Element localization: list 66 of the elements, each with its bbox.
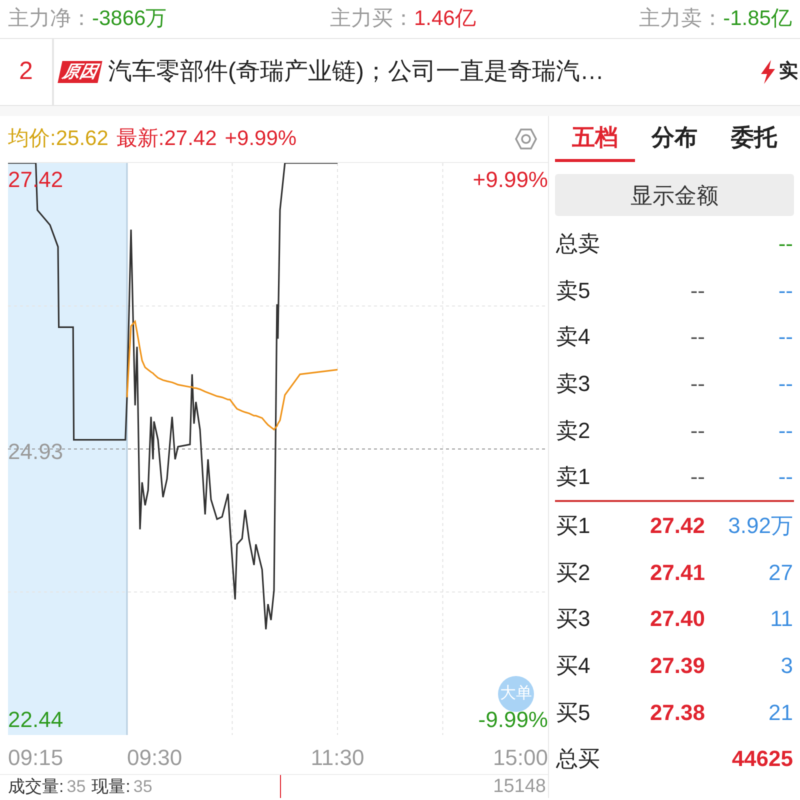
- ask-price: --: [689, 463, 705, 492]
- limit-down-percent: -9.99%: [478, 709, 548, 731]
- ask-volume: --: [777, 276, 793, 305]
- order-level-label: 卖2: [556, 416, 592, 445]
- bid-price: 27.40: [648, 605, 705, 634]
- ask-price: --: [689, 370, 705, 398]
- x-axis-label: 11:30: [310, 744, 364, 772]
- lightning-icon: [759, 60, 777, 84]
- bid-volume: 3.92万: [727, 512, 793, 540]
- latest-price: 最新:27.42: [116, 126, 217, 152]
- average-price: 均价:25.62: [8, 126, 108, 152]
- bid-volume: 11: [769, 605, 793, 634]
- volume-total: 15148: [493, 775, 546, 799]
- bid-price: 27.38: [648, 698, 705, 727]
- ask-volume: --: [777, 416, 793, 445]
- news-headline[interactable]: 汽车零部件(奇瑞产业链)；公司一直是奇瑞汽…: [108, 54, 759, 90]
- order-level-label: 卖4: [556, 323, 592, 352]
- price-axis-label: 24.93: [8, 441, 64, 463]
- ask-volume: --: [777, 463, 793, 492]
- order-level-label: 总卖: [556, 230, 601, 258]
- show-amount-button[interactable]: 显示金额: [555, 174, 794, 216]
- stat-value: -1.85亿: [723, 6, 792, 32]
- live-tag: 实: [779, 58, 800, 86]
- order-level-label: 买3: [556, 605, 592, 634]
- order-level-label: 买2: [556, 558, 592, 587]
- stat-value: -3866万: [92, 6, 167, 32]
- price-axis-label: 22.44: [8, 709, 64, 731]
- bid-volume: 21: [768, 698, 793, 727]
- settings-icon[interactable]: [514, 127, 538, 151]
- x-axis-label: 09:30: [127, 744, 182, 772]
- ask-price: --: [689, 323, 705, 352]
- ask-volume: --: [777, 370, 793, 398]
- reason-badge: 原因: [58, 61, 102, 83]
- stat-label: 主力净：: [8, 6, 92, 32]
- order-book-tab[interactable]: 分布: [634, 116, 714, 162]
- bid-price: 27.39: [648, 652, 705, 680]
- order-level-label: 买5: [556, 698, 592, 727]
- order-level-label: 卖3: [556, 370, 592, 398]
- x-axis-label: 09:15: [8, 744, 64, 772]
- volume-value: 35: [66, 776, 86, 798]
- order-book-tab[interactable]: 五档: [555, 116, 635, 162]
- stat-label: 主力卖：: [639, 6, 724, 32]
- sell-total-volume: --: [777, 230, 793, 258]
- order-level-label: 买4: [556, 652, 592, 680]
- volume-label: 成交量:: [8, 776, 64, 798]
- bid-volume: 3: [780, 652, 793, 680]
- buy-total-volume: 44625: [730, 745, 793, 774]
- volume-label: 现量:: [92, 776, 130, 798]
- order-level-label: 卖5: [556, 276, 592, 305]
- order-book-tab[interactable]: 委托: [714, 116, 794, 162]
- bid-volume: 27: [768, 558, 793, 587]
- stat-label: 主力买：: [330, 6, 414, 32]
- order-level-label: 卖1: [556, 463, 592, 492]
- stat-value: 1.46亿: [414, 6, 476, 32]
- price-change: +9.99%: [224, 126, 297, 152]
- x-axis-label: 15:00: [492, 744, 548, 772]
- ask-price: --: [689, 416, 705, 445]
- order-level-label: 总买: [556, 745, 601, 774]
- limit-up-percent: +9.99%: [472, 169, 548, 191]
- volume-value: 35: [133, 776, 152, 798]
- rank-number: 2: [18, 56, 34, 88]
- order-level-label: 买1: [556, 512, 592, 540]
- ask-volume: --: [777, 323, 793, 352]
- bid-price: 27.41: [648, 558, 705, 587]
- ask-price: --: [689, 276, 705, 305]
- bid-price: 27.42: [648, 512, 705, 540]
